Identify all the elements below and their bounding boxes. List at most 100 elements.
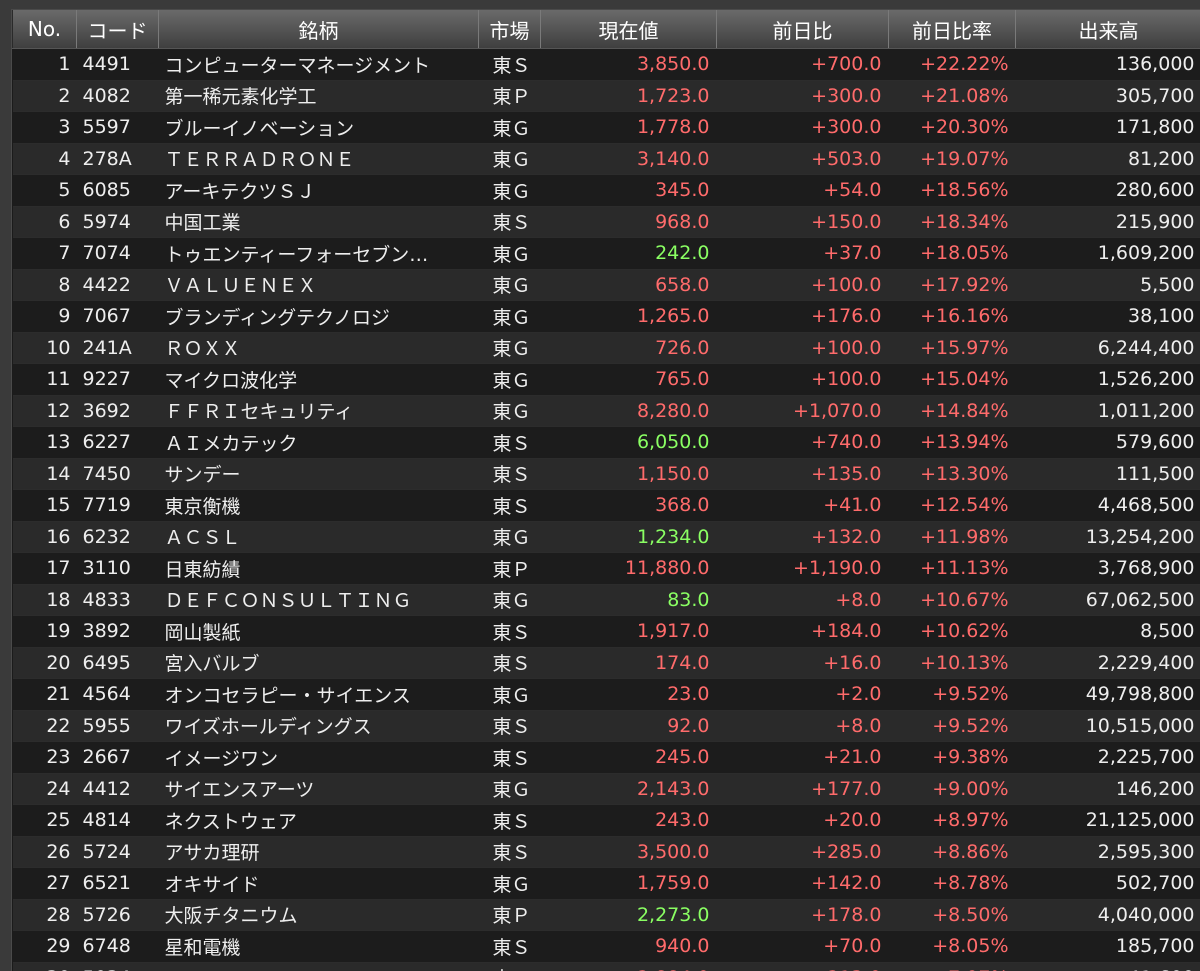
cell-volume: 111,500 xyxy=(1016,458,1200,490)
cell-stock-name: ワイズホールディングス xyxy=(159,710,479,742)
table-row[interactable]: 225955ワイズホールディングス東Ｓ92.0+8.0+9.52%10,515,… xyxy=(13,710,1200,742)
cell-current-price: 2,273.0 xyxy=(541,899,717,931)
cell-price-change: +37.0 xyxy=(717,238,889,270)
cell-market: 東Ｓ xyxy=(479,206,541,238)
cell-market: 東Ｐ xyxy=(479,553,541,585)
cell-price-change: +285.0 xyxy=(717,836,889,868)
column-header-code[interactable]: コード xyxy=(77,10,159,49)
cell-row-number: 1 xyxy=(13,49,77,81)
cell-stock-code: 3110 xyxy=(77,553,159,585)
column-header-market[interactable]: 市場 xyxy=(479,10,541,49)
cell-market: 東Ｓ xyxy=(479,710,541,742)
cell-stock-name: ＶＡＬＵＥＮＥＸ xyxy=(159,269,479,301)
table-row[interactable]: 254814ネクストウェア東Ｓ243.0+20.0+8.97%21,125,00… xyxy=(13,805,1200,837)
cell-row-number: 12 xyxy=(13,395,77,427)
cell-stock-code: 5974 xyxy=(77,206,159,238)
cell-stock-code: 6495 xyxy=(77,647,159,679)
cell-volume: 185,700 xyxy=(1016,931,1200,963)
cell-stock-name: オンコセラピー・サイエンス xyxy=(159,679,479,711)
cell-row-number: 8 xyxy=(13,269,77,301)
cell-change-rate: +8.78% xyxy=(889,868,1016,900)
table-row[interactable]: 214564オンコセラピー・サイエンス東Ｇ23.0+2.0+9.52%49,79… xyxy=(13,679,1200,711)
cell-volume: 136,000 xyxy=(1016,49,1200,81)
cell-change-rate: +9.52% xyxy=(889,710,1016,742)
table-row[interactable]: 136227ＡＩメカテック東Ｓ6,050.0+740.0+13.94%579,6… xyxy=(13,427,1200,459)
cell-current-price: 1,917.0 xyxy=(541,616,717,648)
cell-stock-name: ネクストウェア xyxy=(159,805,479,837)
table-row[interactable]: 123692ＦＦＲＩセキュリティ東Ｇ8,280.0+1,070.0+14.84%… xyxy=(13,395,1200,427)
column-header-volume[interactable]: 出来高 xyxy=(1016,10,1200,49)
cell-stock-code: 2667 xyxy=(77,742,159,774)
cell-row-number: 26 xyxy=(13,836,77,868)
table-row[interactable]: 4278AＴＥＲＲＡＤＲＯＮＥ東Ｇ3,140.0+503.0+19.07%81,… xyxy=(13,143,1200,175)
cell-price-change: +2.0 xyxy=(717,679,889,711)
table-row[interactable]: 77074トゥエンティーフォーセブン…東Ｇ242.0+37.0+18.05%1,… xyxy=(13,238,1200,270)
cell-stock-name: 宮入バルブ xyxy=(159,647,479,679)
cell-stock-name: オキサイド xyxy=(159,868,479,900)
cell-change-rate: +9.00% xyxy=(889,773,1016,805)
cell-volume: 21,125,000 xyxy=(1016,805,1200,837)
table-row[interactable]: 184833ＤＥＦＣＯＮＳＵＬＴＩＮＧ東Ｇ83.0+8.0+10.67%67,0… xyxy=(13,584,1200,616)
cell-stock-name: 東京衡機 xyxy=(159,490,479,522)
table-row[interactable]: 14491コンピューターマネージメント東Ｓ3,850.0+700.0+22.22… xyxy=(13,49,1200,81)
cell-price-change: +16.0 xyxy=(717,647,889,679)
table-row[interactable]: 244412サイエンスアーツ東Ｇ2,143.0+177.0+9.00%146,2… xyxy=(13,773,1200,805)
table-row[interactable]: 193892岡山製紙東Ｓ1,917.0+184.0+10.62%8,500 xyxy=(13,616,1200,648)
cell-current-price: 1,234.0 xyxy=(541,521,717,553)
cell-stock-name: サイエンスアーツ xyxy=(159,773,479,805)
table-row[interactable]: 157719東京衡機東Ｓ368.0+41.0+12.54%4,468,500 xyxy=(13,490,1200,522)
column-header-change[interactable]: 前日比 xyxy=(717,10,889,49)
table-row[interactable]: 97067ブランディングテクノロジ東Ｇ1,265.0+176.0+16.16%3… xyxy=(13,301,1200,333)
cell-stock-code: 4564 xyxy=(77,679,159,711)
cell-row-number: 6 xyxy=(13,206,77,238)
cell-row-number: 16 xyxy=(13,521,77,553)
column-header-no[interactable]: No. xyxy=(13,10,77,49)
cell-stock-code: 6085 xyxy=(77,175,159,207)
cell-price-change: +300.0 xyxy=(717,112,889,144)
cell-volume: 579,600 xyxy=(1016,427,1200,459)
cell-current-price: 765.0 xyxy=(541,364,717,396)
cell-stock-code: 6227 xyxy=(77,427,159,459)
table-row[interactable]: 147450サンデー東Ｓ1,150.0+135.0+13.30%111,500 xyxy=(13,458,1200,490)
cell-price-change: +1,190.0 xyxy=(717,553,889,585)
table-row[interactable]: 265724アサカ理研東Ｓ3,500.0+285.0+8.86%2,595,30… xyxy=(13,836,1200,868)
table-row[interactable]: 296748星和電機東Ｓ940.0+70.0+8.05%185,700 xyxy=(13,931,1200,963)
table-row[interactable]: 206495宮入バルブ東Ｓ174.0+16.0+10.13%2,229,400 xyxy=(13,647,1200,679)
cell-change-rate: +10.62% xyxy=(889,616,1016,648)
cell-price-change: +41.0 xyxy=(717,490,889,522)
cell-stock-name: マイクロ波化学 xyxy=(159,364,479,396)
cell-stock-name: ＴＥＲＲＡＤＲＯＮＥ xyxy=(159,143,479,175)
table-row[interactable]: 166232ＡＣＳＬ東Ｇ1,234.0+132.0+11.98%13,254,2… xyxy=(13,521,1200,553)
table-row[interactable]: 232667イメージワン東Ｓ245.0+21.0+9.38%2,225,700 xyxy=(13,742,1200,774)
table-row[interactable]: 119227マイクロ波化学東Ｇ765.0+100.0+15.04%1,526,2… xyxy=(13,364,1200,396)
cell-stock-name: ＦＦＲＩセキュリティ xyxy=(159,395,479,427)
cell-change-rate: +8.05% xyxy=(889,931,1016,963)
table-row[interactable]: 84422ＶＡＬＵＥＮＥＸ東Ｇ658.0+100.0+17.92%5,500 xyxy=(13,269,1200,301)
column-header-change-rate[interactable]: 前日比率 xyxy=(889,10,1016,49)
cell-row-number: 18 xyxy=(13,584,77,616)
table-row[interactable]: 65974中国工業東Ｓ968.0+150.0+18.34%215,900 xyxy=(13,206,1200,238)
cell-stock-code: 4833 xyxy=(77,584,159,616)
table-row[interactable]: 285726大阪チタニウム東Ｐ2,273.0+178.0+8.50%4,040,… xyxy=(13,899,1200,931)
table-row[interactable]: 173110日東紡績東Ｐ11,880.0+1,190.0+11.13%3,768… xyxy=(13,553,1200,585)
cell-stock-code: 4412 xyxy=(77,773,159,805)
table-row[interactable]: 24082第一稀元素化学工東Ｐ1,723.0+300.0+21.08%305,7… xyxy=(13,80,1200,112)
cell-change-rate: +15.04% xyxy=(889,364,1016,396)
cell-stock-name: 中国工業 xyxy=(159,206,479,238)
cell-change-rate: +13.94% xyxy=(889,427,1016,459)
cell-row-number: 10 xyxy=(13,332,77,364)
column-header-name[interactable]: 銘柄 xyxy=(159,10,479,49)
table-row[interactable]: 35597ブルーイノベーション東Ｇ1,778.0+300.0+20.30%171… xyxy=(13,112,1200,144)
cell-market: 東Ｇ xyxy=(479,301,541,333)
cell-stock-code: 6748 xyxy=(77,931,159,963)
cell-volume: 305,700 xyxy=(1016,80,1200,112)
table-row[interactable]: 10241AＲＯＸＸ東Ｇ726.0+100.0+15.97%6,244,400 xyxy=(13,332,1200,364)
table-row[interactable]: 56085アーキテクツＳＪ東Ｇ345.0+54.0+18.56%280,600 xyxy=(13,175,1200,207)
cell-current-price: 243.0 xyxy=(541,805,717,837)
cell-volume: 81,200 xyxy=(1016,143,1200,175)
cell-stock-code: 4814 xyxy=(77,805,159,837)
cell-price-change: +150.0 xyxy=(717,206,889,238)
table-row[interactable]: 276521オキサイド東Ｇ1,759.0+142.0+8.78%502,700 xyxy=(13,868,1200,900)
cell-price-change: +132.0 xyxy=(717,521,889,553)
column-header-price[interactable]: 現在値 xyxy=(541,10,717,49)
